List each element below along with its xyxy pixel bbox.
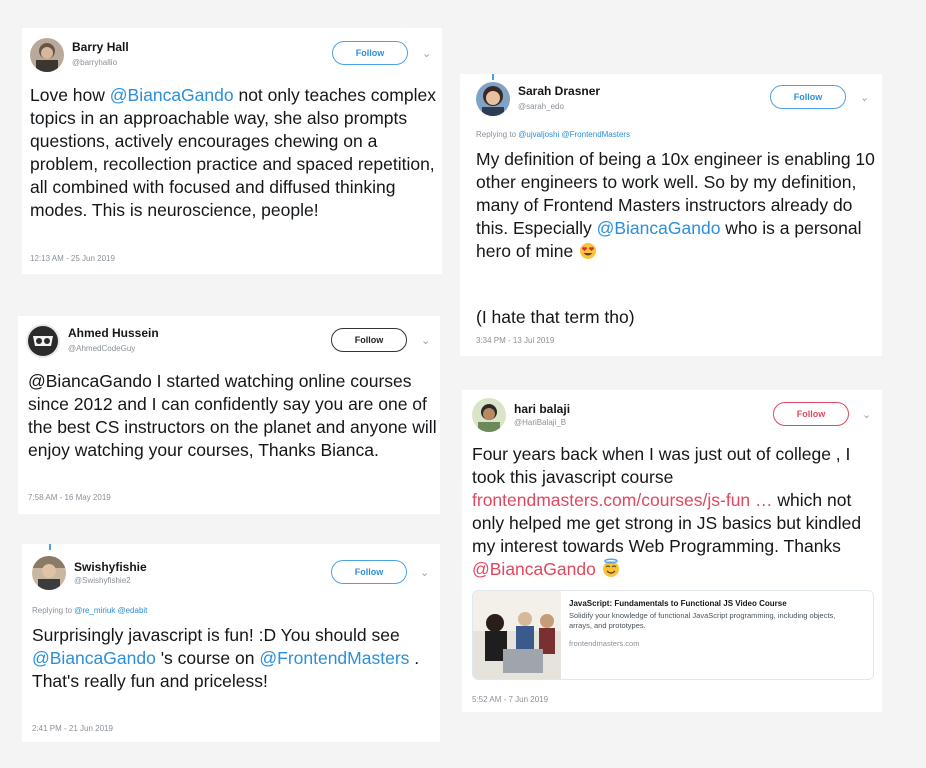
user-handle[interactable]: @barryhallio bbox=[72, 58, 117, 67]
user-name[interactable]: Barry Hall bbox=[72, 40, 129, 54]
reply-recipients[interactable]: @ujvaljoshi @FrontendMasters bbox=[518, 130, 630, 139]
follow-button[interactable]: Follow bbox=[331, 560, 407, 584]
tweet-card: Barry Hall @barryhallio Follow ⌄ Love ho… bbox=[22, 28, 442, 274]
tweet-timestamp[interactable]: 12:13 AM - 25 Jun 2019 bbox=[30, 254, 115, 263]
chevron-down-icon[interactable]: ⌄ bbox=[420, 567, 429, 579]
heart-eyes-emoji bbox=[578, 240, 598, 260]
tweet-text-segment: Four years back when I was just out of c… bbox=[472, 444, 851, 487]
mention-link[interactable]: @FrontendMasters bbox=[259, 648, 409, 668]
user-name[interactable]: Ahmed Hussein bbox=[68, 326, 159, 340]
link-preview-description: Solidify your knowledge of functional Ja… bbox=[569, 611, 836, 630]
user-name[interactable]: Sarah Drasner bbox=[518, 84, 600, 98]
tweet-text-segment: not only teaches complex topics in an ap… bbox=[30, 85, 436, 220]
tweet-text-segment: @BiancaGando I started watching online c… bbox=[28, 371, 437, 460]
avatar[interactable] bbox=[472, 398, 506, 432]
user-handle[interactable]: @sarah_edo bbox=[518, 102, 564, 111]
user-handle[interactable]: @HariBalaji_B bbox=[514, 418, 566, 427]
chevron-down-icon[interactable]: ⌄ bbox=[860, 92, 869, 104]
tweet-timestamp[interactable]: 7:58 AM - 16 May 2019 bbox=[28, 493, 111, 502]
mention-link[interactable]: @BiancaGando bbox=[472, 559, 596, 579]
tweet-text-secondary: (I hate that term tho) bbox=[476, 307, 635, 327]
tweet-card: Sarah Drasner @sarah_edo Follow ⌄ Replyi… bbox=[460, 74, 882, 356]
tweet-card: Ahmed Hussein @AhmedCodeGuy Follow ⌄ @Bi… bbox=[18, 316, 440, 514]
avatar[interactable] bbox=[30, 38, 64, 72]
tweet-timestamp[interactable]: 2:41 PM - 21 Jun 2019 bbox=[32, 724, 113, 733]
follow-button[interactable]: Follow bbox=[332, 41, 408, 65]
user-handle[interactable]: @Swishyfishie2 bbox=[74, 576, 131, 585]
tweet-card: Swishyfishie @Swishyfishie2 Follow ⌄ Rep… bbox=[22, 544, 440, 742]
avatar[interactable] bbox=[32, 556, 66, 590]
follow-button[interactable]: Follow bbox=[770, 85, 846, 109]
tweet-text: Four years back when I was just out of c… bbox=[472, 443, 876, 581]
mention-link[interactable]: @BiancaGando bbox=[597, 218, 721, 238]
user-name[interactable]: hari balaji bbox=[514, 402, 570, 416]
replying-to-label: Replying to bbox=[476, 130, 519, 139]
tweet-text: Love how @BiancaGando not only teaches c… bbox=[30, 84, 436, 222]
link-preview-title: JavaScript: Fundamentals to Functional J… bbox=[569, 599, 787, 608]
replying-to: Replying to @re_miriuk @edabit bbox=[32, 606, 147, 615]
chevron-down-icon[interactable]: ⌄ bbox=[421, 335, 430, 347]
tweet-text: @BiancaGando I started watching online c… bbox=[28, 370, 440, 462]
chevron-down-icon[interactable]: ⌄ bbox=[422, 48, 431, 60]
reply-recipients[interactable]: @re_miriuk @edabit bbox=[74, 606, 147, 615]
mention-link[interactable]: @BiancaGando bbox=[32, 648, 156, 668]
link-preview-card[interactable]: JavaScript: Fundamentals to Functional J… bbox=[472, 590, 874, 680]
tweet-text-segment: Love how bbox=[30, 85, 110, 105]
mention-link[interactable]: @BiancaGando bbox=[110, 85, 234, 105]
tweet-text-segment: Surprisingly javascript is fun! :D You s… bbox=[32, 625, 400, 645]
follow-button[interactable]: Follow bbox=[773, 402, 849, 426]
retweet-marker bbox=[49, 544, 51, 550]
avatar[interactable] bbox=[476, 82, 510, 116]
retweet-marker bbox=[492, 74, 494, 80]
chevron-down-icon[interactable]: ⌄ bbox=[862, 409, 871, 421]
tweet-card: hari balaji @HariBalaji_B Follow ⌄ Four … bbox=[462, 390, 882, 712]
user-name[interactable]: Swishyfishie bbox=[74, 560, 147, 574]
tweet-timestamp[interactable]: 3:34 PM - 13 Jul 2019 bbox=[476, 336, 554, 345]
halo-emoji bbox=[601, 558, 621, 578]
link-preview-thumbnail bbox=[473, 591, 561, 679]
tweet-timestamp[interactable]: 5:52 AM - 7 Jun 2019 bbox=[472, 695, 548, 704]
avatar[interactable] bbox=[26, 324, 60, 358]
link-preview-domain: frontendmasters.com bbox=[569, 639, 640, 648]
tweet-text: My definition of being a 10x engineer is… bbox=[476, 148, 876, 263]
replying-to-label: Replying to bbox=[32, 606, 75, 615]
follow-button[interactable]: Follow bbox=[331, 328, 407, 352]
tweet-text-segment: 's course on bbox=[155, 648, 260, 668]
tweet-text: Surprisingly javascript is fun! :D You s… bbox=[32, 624, 432, 693]
mention-link[interactable]: frontendmasters.com/courses/js-fun … bbox=[472, 490, 773, 510]
user-handle[interactable]: @AhmedCodeGuy bbox=[68, 344, 135, 353]
replying-to: Replying to @ujvaljoshi @FrontendMasters bbox=[476, 130, 630, 139]
